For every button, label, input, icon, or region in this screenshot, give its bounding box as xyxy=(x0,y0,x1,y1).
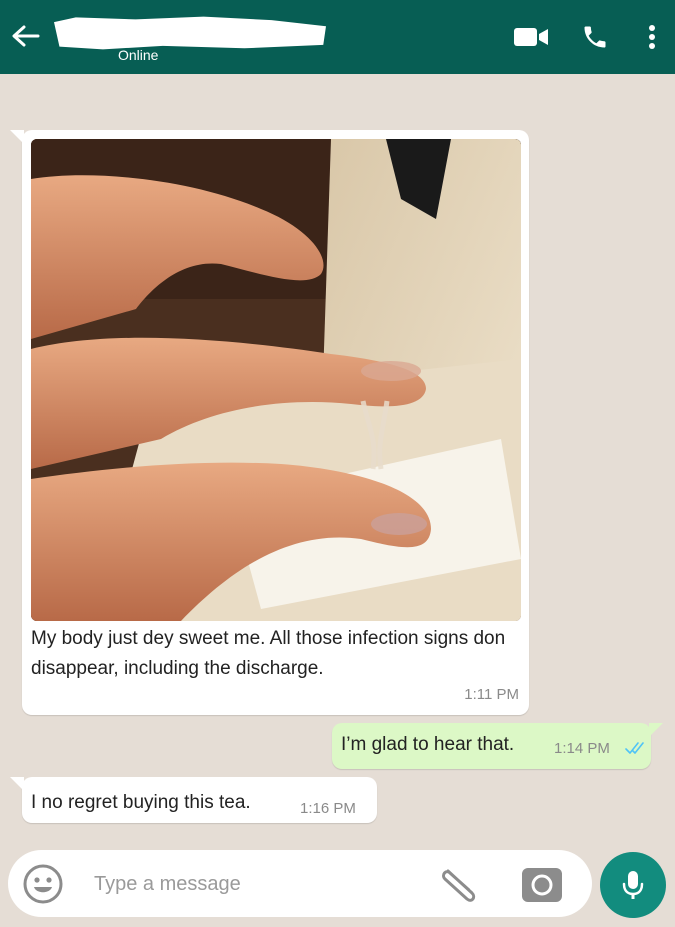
message-composer xyxy=(8,850,592,917)
chat-header: Online xyxy=(0,0,675,74)
bubble-tail xyxy=(10,130,24,144)
emoji-icon xyxy=(23,864,63,904)
message-text: My body just dey sweet me. All those inf… xyxy=(31,628,506,679)
voice-call-button[interactable] xyxy=(578,22,612,52)
attach-icon xyxy=(442,869,476,902)
phone-call-icon xyxy=(584,26,606,48)
bubble-tail xyxy=(10,777,24,791)
message-time: 1:16 PM xyxy=(300,800,356,817)
video-call-button[interactable] xyxy=(512,22,550,52)
read-receipt-icon xyxy=(625,742,644,754)
contact-name-redaction xyxy=(54,16,326,50)
message-text: I no regret buying this tea. xyxy=(31,792,251,813)
emoji-button[interactable] xyxy=(22,863,64,905)
photo-illustration xyxy=(31,139,521,621)
message-bubble-outgoing[interactable]: I’m glad to hear that. 1:14 PM xyxy=(332,723,663,769)
message-time: 1:14 PM xyxy=(554,740,610,757)
mic-icon xyxy=(622,871,644,899)
camera-icon xyxy=(522,868,562,902)
message-time: 1:11 PM xyxy=(464,686,519,703)
back-arrow-icon xyxy=(12,25,40,47)
message-photo[interactable] xyxy=(31,139,521,621)
back-button[interactable] xyxy=(8,20,44,52)
message-bubble-incoming[interactable]: I no regret buying this tea. 1:16 PM xyxy=(10,777,377,823)
chat-area[interactable]: My body just dey sweet me. All those inf… xyxy=(0,74,675,927)
message-input[interactable] xyxy=(94,868,414,900)
more-options-button[interactable] xyxy=(640,22,664,52)
camera-button[interactable] xyxy=(520,864,564,904)
more-options-icon xyxy=(649,25,655,49)
attach-button[interactable] xyxy=(436,863,482,905)
contact-status: Online xyxy=(118,47,159,63)
message-bubble-incoming[interactable]: My body just dey sweet me. All those inf… xyxy=(10,130,529,715)
video-call-icon xyxy=(514,28,548,46)
bubble-tail xyxy=(649,723,663,737)
message-text: I’m glad to hear that. xyxy=(341,734,515,755)
voice-message-button[interactable] xyxy=(600,852,666,918)
